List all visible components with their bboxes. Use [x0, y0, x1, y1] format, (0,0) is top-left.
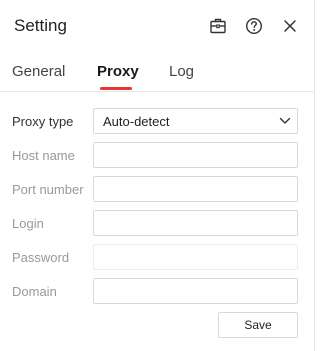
login-input[interactable]: [93, 210, 298, 236]
save-button[interactable]: Save: [218, 312, 298, 338]
port-number-label: Port number: [12, 182, 84, 197]
host-name-label: Host name: [12, 148, 75, 163]
port-number-row: Port number: [0, 176, 315, 202]
proxy-type-value: Auto-detect: [103, 114, 170, 129]
login-row: Login: [0, 210, 315, 236]
help-icon[interactable]: [245, 17, 263, 35]
password-label: Password: [12, 250, 70, 265]
domain-input[interactable]: [93, 278, 298, 304]
tab-general[interactable]: General: [12, 63, 65, 80]
tab-bar: General Proxy Log: [0, 52, 315, 92]
domain-label: Domain: [12, 284, 57, 299]
close-icon[interactable]: [281, 17, 299, 35]
password-input[interactable]: [93, 244, 298, 270]
briefcase-icon[interactable]: [209, 17, 227, 35]
proxy-type-select[interactable]: Auto-detect: [93, 108, 298, 134]
port-number-input[interactable]: [93, 176, 298, 202]
proxy-type-label: Proxy type: [12, 114, 74, 129]
login-label: Login: [12, 216, 44, 231]
active-tab-indicator: [100, 87, 132, 90]
settings-window: Setting General Proxy Log Proxy type Aut…: [0, 0, 315, 351]
proxy-type-row: Proxy type Auto-detect: [0, 108, 315, 134]
password-row: Password: [0, 244, 315, 270]
tab-proxy[interactable]: Proxy: [97, 63, 139, 80]
tab-log[interactable]: Log: [169, 63, 194, 80]
host-name-input[interactable]: [93, 142, 298, 168]
window-title: Setting: [14, 16, 67, 35]
chevron-down-icon: [279, 116, 291, 126]
host-name-row: Host name: [0, 142, 315, 168]
domain-row: Domain: [0, 278, 315, 304]
titlebar: Setting: [0, 0, 315, 52]
